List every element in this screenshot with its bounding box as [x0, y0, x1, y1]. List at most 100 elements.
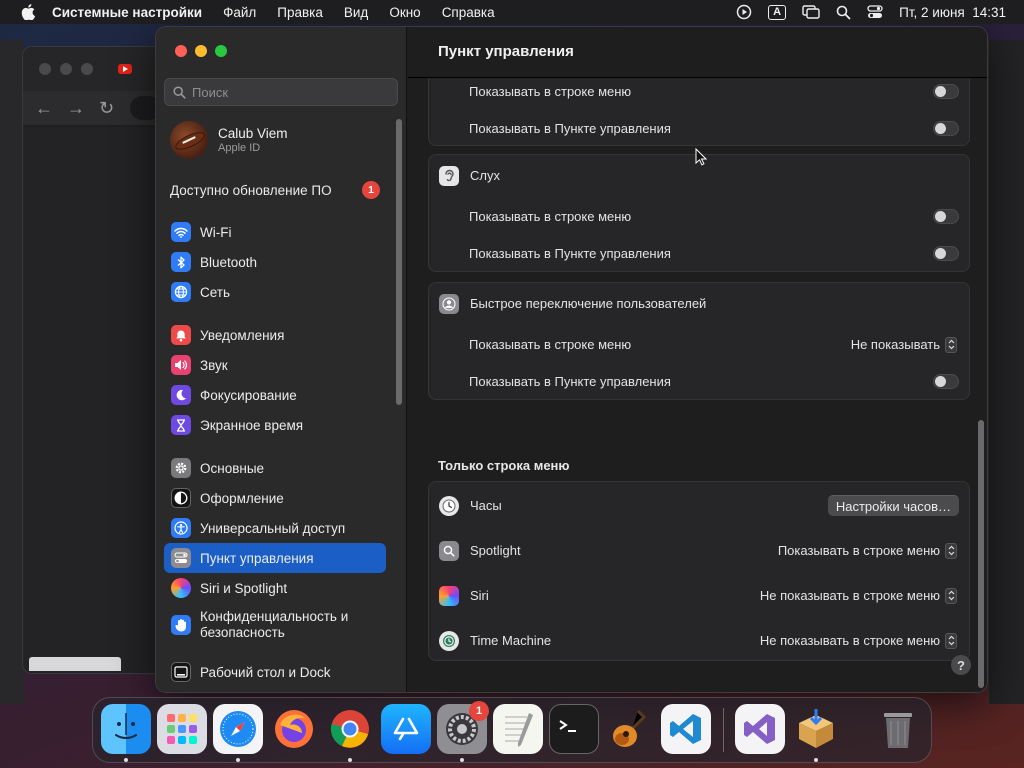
main-scrollbar[interactable]	[978, 420, 984, 688]
screen-mirroring-icon[interactable]	[802, 5, 820, 19]
sidebar-item-notifications[interactable]: Уведомления	[164, 320, 386, 350]
browser-toolbar: ← → ↻	[23, 91, 161, 125]
speaker-icon	[171, 355, 191, 375]
youtube-icon[interactable]	[118, 64, 132, 74]
menu-bar-datetime[interactable]: Пт, 2 июня 14:31	[899, 5, 1006, 20]
firefox-icon[interactable]	[269, 704, 319, 754]
toggle-switch[interactable]	[933, 374, 959, 389]
sidebar-item-privacy-security[interactable]: Конфиденциальность и безопасность	[164, 603, 386, 647]
zoom-button[interactable]	[215, 45, 227, 57]
menu-app-name[interactable]: Системные настройки	[52, 5, 202, 20]
spotlight-visibility-popup[interactable]: Показывать в строке меню	[777, 542, 957, 559]
reload-icon[interactable]: ↻	[99, 98, 114, 119]
sidebar-item-label: Уведомления	[200, 327, 285, 343]
toggle-switch[interactable]	[933, 209, 959, 224]
sidebar-item-sound[interactable]: Звук	[164, 350, 386, 380]
menu-edit[interactable]: Правка	[277, 5, 323, 20]
finder-icon[interactable]	[101, 704, 151, 754]
menu-view[interactable]: Вид	[344, 5, 368, 20]
row-label: Siri	[470, 588, 489, 603]
sidebar-item-label: Оформление	[200, 490, 284, 506]
close-button[interactable]	[175, 45, 187, 57]
sidebar-scrollbar[interactable]	[396, 119, 402, 405]
safari-icon[interactable]	[213, 704, 263, 754]
toggle-switch[interactable]	[933, 246, 959, 261]
launchpad-icon[interactable]	[157, 704, 207, 754]
sidebar-item-bluetooth[interactable]: Bluetooth	[164, 247, 386, 277]
sidebar-item-general[interactable]: Основные	[164, 453, 386, 483]
ear-icon	[439, 165, 459, 186]
apple-id-name: Calub Viem	[218, 126, 288, 141]
sidebar-item-network[interactable]: Сеть	[164, 277, 386, 307]
search-placeholder: Поиск	[192, 84, 229, 100]
apple-menu-icon[interactable]	[18, 4, 38, 20]
sidebar-item-appearance[interactable]: Оформление	[164, 483, 386, 513]
browser-minimize-button[interactable]	[60, 63, 72, 75]
main-panel: Пункт управления Показывать в строке мен…	[408, 27, 987, 692]
software-update-entry[interactable]: Доступно обновление ПО 1	[170, 181, 380, 199]
chevron-updown-icon	[945, 587, 957, 604]
help-button[interactable]: ?	[951, 655, 971, 675]
main-scroll-area[interactable]: Показывать в строке меню Показывать в Пу…	[408, 78, 987, 692]
bluetooth-icon	[171, 252, 191, 272]
back-arrow-icon[interactable]: ←	[35, 98, 53, 119]
dock-icon	[171, 662, 191, 682]
installer-icon[interactable]	[791, 704, 841, 754]
terminal-icon[interactable]	[549, 704, 599, 754]
forward-arrow-icon[interactable]: →	[67, 98, 85, 119]
chrome-icon[interactable]	[325, 704, 375, 754]
sidebar-item-screen-time[interactable]: Экранное время	[164, 410, 386, 440]
toggle-switch[interactable]	[933, 84, 959, 99]
appearance-icon	[171, 488, 191, 508]
sidebar-item-wifi[interactable]: Wi-Fi	[164, 217, 386, 247]
sidebar-list: Wi-Fi Bluetooth Сеть Уведомления Звук Фо…	[164, 217, 386, 687]
vscode-icon[interactable]	[661, 704, 711, 754]
play-circle-icon[interactable]	[736, 4, 752, 20]
sidebar-item-desktop-dock[interactable]: Рабочий стол и Dock	[164, 657, 386, 687]
sidebar-item-label: Основные	[200, 460, 265, 476]
siri-icon	[171, 578, 191, 598]
apple-id-entry[interactable]: Calub Viem Apple ID	[170, 121, 288, 159]
menu-help[interactable]: Справка	[442, 5, 495, 20]
control-center-icon[interactable]	[867, 5, 883, 19]
hand-icon	[171, 615, 191, 635]
browser-close-button[interactable]	[39, 63, 51, 75]
group-header-label: Быстрое переключение пользователей	[470, 296, 707, 311]
spotlight-search-icon[interactable]	[836, 5, 851, 20]
popup-value: Показывать в строке меню	[777, 543, 940, 558]
browser-bottom-bar	[29, 657, 121, 671]
sidebar-item-siri-spotlight[interactable]: Siri и Spotlight	[164, 573, 386, 603]
trash-icon[interactable]	[873, 704, 923, 754]
menu-bar-visibility-popup[interactable]: Не показывать	[851, 336, 957, 353]
page-title: Пункт управления	[438, 43, 574, 60]
toggle-switch[interactable]	[933, 121, 959, 136]
textedit-icon[interactable]	[493, 704, 543, 754]
search-input[interactable]: Поиск	[164, 78, 398, 106]
time-machine-visibility-popup[interactable]: Не показывать в строке меню	[760, 632, 957, 649]
garageband-icon[interactable]	[605, 704, 655, 754]
row-label: Показывать в строке меню	[469, 209, 632, 224]
app-store-icon[interactable]	[381, 704, 431, 754]
spotlight-icon	[439, 540, 459, 561]
visual-studio-icon[interactable]	[735, 704, 785, 754]
siri-icon	[439, 585, 459, 606]
update-badge: 1	[362, 181, 380, 199]
bell-icon	[171, 325, 191, 345]
group-menubar-only: Часы Настройки часов… Spotlight Показыва…	[428, 481, 970, 661]
background-browser-window[interactable]: ← → ↻	[22, 46, 162, 674]
menu-bar-status-area: A Пт, 2 июня 14:31	[720, 0, 1006, 24]
sidebar-item-focus[interactable]: Фокусирование	[164, 380, 386, 410]
sidebar-item-control-center[interactable]: Пункт управления	[164, 543, 386, 573]
minimize-button[interactable]	[195, 45, 207, 57]
siri-visibility-popup[interactable]: Не показывать в строке меню	[760, 587, 957, 604]
keyboard-layout-indicator[interactable]: A	[768, 4, 787, 20]
menu-file[interactable]: Файл	[223, 5, 256, 20]
row-label: Показывать в строке меню	[469, 84, 632, 99]
row-label: Spotlight	[470, 543, 521, 558]
clock-settings-button[interactable]: Настройки часов…	[827, 495, 959, 516]
row-label: Часы	[470, 498, 502, 513]
sidebar-item-accessibility[interactable]: Универсальный доступ	[164, 513, 386, 543]
running-indicator	[348, 758, 352, 762]
menu-window[interactable]: Окно	[389, 5, 420, 20]
browser-zoom-button[interactable]	[81, 63, 93, 75]
